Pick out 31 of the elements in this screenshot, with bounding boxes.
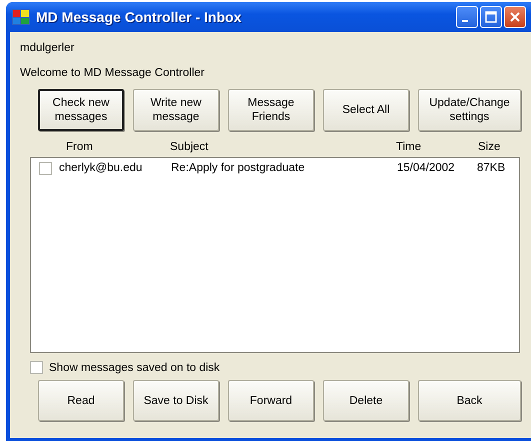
column-header[interactable]: Time bbox=[396, 141, 476, 157]
checkbox[interactable] bbox=[30, 361, 43, 374]
close-icon bbox=[509, 11, 521, 23]
table-cell-text: Re:Apply for postgraduate bbox=[171, 162, 306, 174]
toolbar-button[interactable]: Write new message bbox=[133, 89, 219, 131]
column-header[interactable]: Subject bbox=[170, 141, 396, 157]
action-button[interactable]: Read bbox=[38, 380, 124, 421]
toolbar-button[interactable]: Update/Change settings bbox=[418, 89, 521, 131]
action-button[interactable]: Back bbox=[418, 380, 521, 421]
column-header[interactable]: Size bbox=[476, 141, 518, 157]
toolbar-button[interactable]: Select All bbox=[323, 89, 409, 131]
minimize-button[interactable] bbox=[456, 6, 478, 28]
column-header[interactable]: From bbox=[58, 141, 170, 157]
maximize-button[interactable] bbox=[480, 6, 502, 28]
table-cell-text: 87KB bbox=[477, 162, 506, 174]
table-cell-text: cherlyk@bu.edu bbox=[59, 162, 144, 174]
toolbar-button[interactable]: Check new messages bbox=[38, 89, 124, 131]
app-icon bbox=[12, 9, 30, 25]
toolbar-button[interactable]: Message Friends bbox=[228, 89, 314, 131]
row-checkbox[interactable] bbox=[38, 162, 52, 174]
minimize-icon bbox=[462, 20, 468, 22]
username-label: mdulgerler bbox=[20, 42, 76, 54]
action-button[interactable]: Forward bbox=[228, 380, 314, 421]
checkbox-label: Show messages saved on to disk bbox=[49, 362, 220, 374]
welcome-text: Welcome to MD Message Controller bbox=[20, 67, 206, 79]
close-button[interactable] bbox=[504, 6, 526, 28]
window-title: MD Message Controller - Inbox bbox=[36, 9, 242, 25]
action-button[interactable]: Delete bbox=[323, 380, 409, 421]
table-cell-text: 15/04/2002 bbox=[397, 162, 456, 174]
maximize-icon bbox=[485, 11, 497, 23]
action-button[interactable]: Save to Disk bbox=[133, 380, 219, 421]
